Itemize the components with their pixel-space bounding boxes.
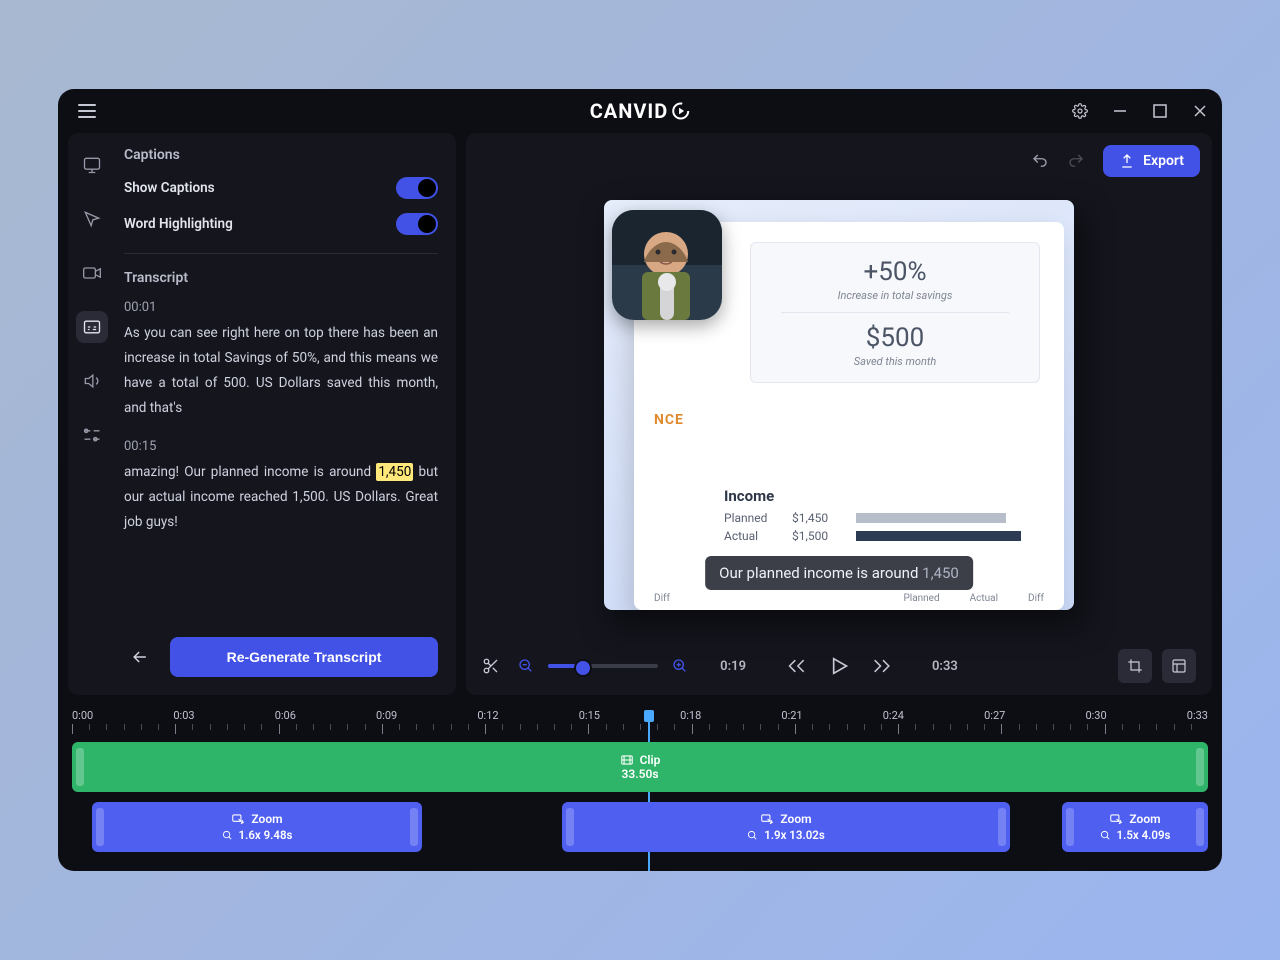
caption-overlay: Our planned income is around 1,450: [705, 556, 973, 590]
clip-track[interactable]: Clip 33.50s: [72, 742, 1208, 792]
app-window: CANVID: [58, 89, 1222, 871]
main-area: Captions Show Captions Word Highlighting…: [58, 133, 1222, 703]
transcript-time-1: 00:01: [124, 300, 438, 315]
zoom-in-icon[interactable]: [672, 658, 688, 674]
zoom-out-icon[interactable]: [518, 658, 534, 674]
tool-rail: [68, 133, 116, 695]
minimize-button[interactable]: [1112, 103, 1128, 119]
total-time: 0:33: [932, 659, 958, 674]
zoom-segment-2[interactable]: Zoom 1.9x 13.02s: [562, 802, 1010, 852]
stat-card: +50% Increase in total savings $500 Save…: [750, 242, 1040, 383]
cursor-icon[interactable]: [76, 203, 108, 235]
zoom-segment-3[interactable]: Zoom 1.5x 4.09s: [1062, 802, 1208, 852]
zoom-icon: [760, 812, 774, 826]
regenerate-transcript-button[interactable]: Re-Generate Transcript: [170, 637, 438, 677]
current-time: 0:19: [720, 659, 746, 674]
play-icon[interactable]: [828, 655, 850, 677]
clip-handle-left[interactable]: [76, 748, 84, 786]
webcam-overlay: [612, 210, 722, 320]
zoom-icon: [1109, 812, 1123, 826]
zoom-slider[interactable]: [548, 664, 658, 668]
cut-icon[interactable]: [482, 657, 500, 675]
app-logo: CANVID: [590, 99, 691, 123]
nce-label: NCE: [654, 412, 684, 428]
left-panel: Captions Show Captions Word Highlighting…: [68, 133, 456, 695]
maximize-button[interactable]: [1152, 103, 1168, 119]
crop-icon[interactable]: [1118, 649, 1152, 683]
clip-icon: [620, 753, 634, 767]
show-captions-toggle[interactable]: [396, 177, 438, 199]
play-logo-icon: [670, 101, 690, 121]
speaker-icon[interactable]: [76, 365, 108, 397]
word-highlight-label: Word Highlighting: [124, 216, 233, 232]
highlighted-word: 1,450: [376, 463, 413, 481]
transcript-time-2: 00:15: [124, 439, 438, 454]
transcript-title: Transcript: [124, 270, 438, 286]
zoom-segment-1[interactable]: Zoom 1.6x 9.48s: [92, 802, 422, 852]
show-captions-label: Show Captions: [124, 180, 215, 196]
zoom-icon: [231, 812, 245, 826]
titlebar: CANVID: [58, 89, 1222, 133]
camera-icon[interactable]: [76, 257, 108, 289]
captions-icon[interactable]: [76, 311, 108, 343]
word-highlight-toggle[interactable]: [396, 213, 438, 235]
menu-icon[interactable]: [72, 98, 102, 124]
video-preview[interactable]: +50% Increase in total savings $500 Save…: [478, 167, 1200, 643]
captions-panel: Captions Show Captions Word Highlighting…: [116, 133, 456, 695]
income-block: Income Planned$1,450 Actual$1,500: [724, 487, 1034, 547]
close-button[interactable]: [1192, 103, 1208, 119]
forward-icon[interactable]: [872, 656, 892, 676]
layout-icon[interactable]: [1162, 649, 1196, 683]
back-icon[interactable]: [124, 641, 156, 673]
timeline[interactable]: 0:000:030:060:090:120:150:180:210:240:27…: [58, 703, 1222, 871]
preview-panel: Export: [466, 133, 1212, 695]
playback-toolbar: 0:19 0:33: [478, 643, 1200, 683]
settings-icon[interactable]: [1072, 103, 1088, 119]
rewind-icon[interactable]: [786, 656, 806, 676]
transcript-text-1[interactable]: As you can see right here on top there h…: [124, 321, 438, 421]
captions-title: Captions: [124, 147, 438, 163]
media-icon[interactable]: [76, 149, 108, 181]
clip-handle-right[interactable]: [1196, 748, 1204, 786]
transcript-text-2[interactable]: amazing! Our planned income is around 1,…: [124, 460, 438, 535]
effects-icon[interactable]: [76, 419, 108, 451]
time-ruler: 0:000:030:060:090:120:150:180:210:240:27…: [72, 709, 1208, 722]
